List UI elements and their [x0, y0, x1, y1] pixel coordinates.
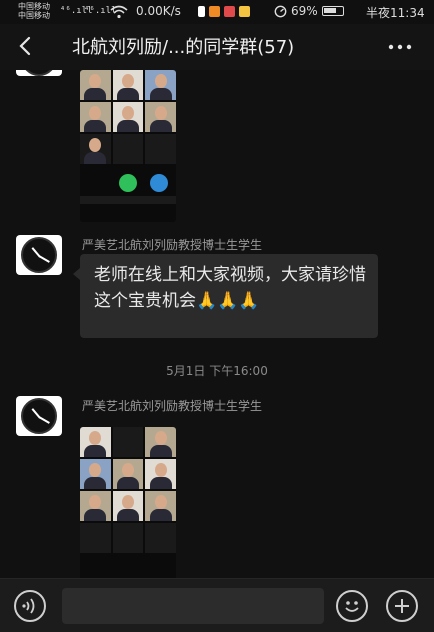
voice-input-icon[interactable] — [14, 590, 46, 622]
video-tile — [80, 102, 111, 132]
message-timestamp: 5月1日 下午16:00 — [166, 364, 268, 378]
video-tile — [145, 70, 176, 100]
network-speed: 0.00K/s — [136, 4, 181, 18]
video-tile — [145, 102, 176, 132]
sender-name: 严美艺北航刘列励教授博士生学生 — [82, 238, 263, 252]
video-tile — [80, 523, 111, 553]
video-camera-button-icon — [150, 174, 168, 192]
video-grid — [80, 427, 176, 553]
video-tile — [145, 459, 176, 489]
message-input[interactable] — [62, 588, 324, 624]
emoji-icon[interactable] — [336, 590, 368, 622]
video-tile — [112, 70, 144, 100]
video-tile — [80, 70, 111, 100]
video-tile — [112, 523, 144, 553]
video-tile — [145, 134, 176, 164]
chevron-left-icon[interactable] — [14, 34, 38, 58]
carrier-1: 中国移动 — [18, 2, 50, 11]
notification-icon — [209, 6, 220, 17]
notification-icons — [198, 6, 250, 17]
video-tile — [145, 427, 176, 457]
clock-avatar-icon — [21, 398, 57, 434]
battery-status: 69% — [274, 4, 344, 18]
wifi-icon — [110, 5, 128, 19]
battery-percent: 69% — [291, 4, 318, 18]
sender-name: 严美艺北航刘列励教授博士生学生 — [82, 399, 263, 413]
image-footer — [80, 196, 176, 204]
message-list[interactable]: 严美艺北航刘列励教授博士生学生 老师在线上和大家视频，大家请珍惜这个宝贵机会🙏🙏… — [0, 70, 434, 578]
notification-icon — [198, 6, 205, 17]
video-tile — [80, 134, 111, 164]
message-text: 老师在线上和大家视频，大家请珍惜这个宝贵机会🙏🙏🙏 — [94, 265, 366, 311]
clock-avatar-icon — [21, 70, 57, 76]
message-bubble[interactable]: 老师在线上和大家视频，大家请珍惜这个宝贵机会🙏🙏🙏 — [73, 254, 378, 338]
notification-icon — [224, 6, 235, 17]
video-tile — [80, 459, 111, 489]
video-grid — [80, 70, 176, 164]
image-message[interactable] — [80, 70, 176, 222]
video-mute-button-icon — [119, 174, 137, 192]
image-message[interactable] — [80, 427, 176, 578]
clock-avatar-icon — [21, 237, 57, 273]
video-tile — [112, 102, 144, 132]
plus-icon[interactable] — [386, 590, 418, 622]
avatar[interactable] — [16, 70, 62, 76]
video-tile — [145, 523, 176, 553]
clock-time: 半夜11:34 — [366, 6, 425, 20]
avatar[interactable] — [16, 235, 62, 275]
chat-header: 北航刘列励/...的同学群(57) — [0, 24, 434, 70]
more-dots-icon[interactable] — [386, 38, 414, 56]
carrier-2: 中国移动 — [18, 11, 50, 20]
video-tile — [112, 427, 144, 457]
avatar[interactable] — [16, 396, 62, 436]
notification-icon — [239, 6, 250, 17]
video-tile — [112, 134, 144, 164]
video-tile — [112, 459, 144, 489]
chat-title: 北航刘列励/...的同学群(57) — [72, 37, 295, 58]
video-tile — [80, 491, 111, 521]
carrier-labels: 中国移动 中国移动 — [18, 2, 50, 20]
video-tile — [80, 427, 111, 457]
video-tile — [112, 491, 144, 521]
battery-icon — [321, 6, 344, 16]
speedometer-icon — [274, 5, 287, 17]
input-bar — [0, 578, 434, 632]
video-tile — [145, 491, 176, 521]
status-bar: 中国移动 中国移动 ⁴⁶.ıll ⁴⁶.ıll 0.00K/s 69% 半夜11… — [0, 0, 434, 24]
